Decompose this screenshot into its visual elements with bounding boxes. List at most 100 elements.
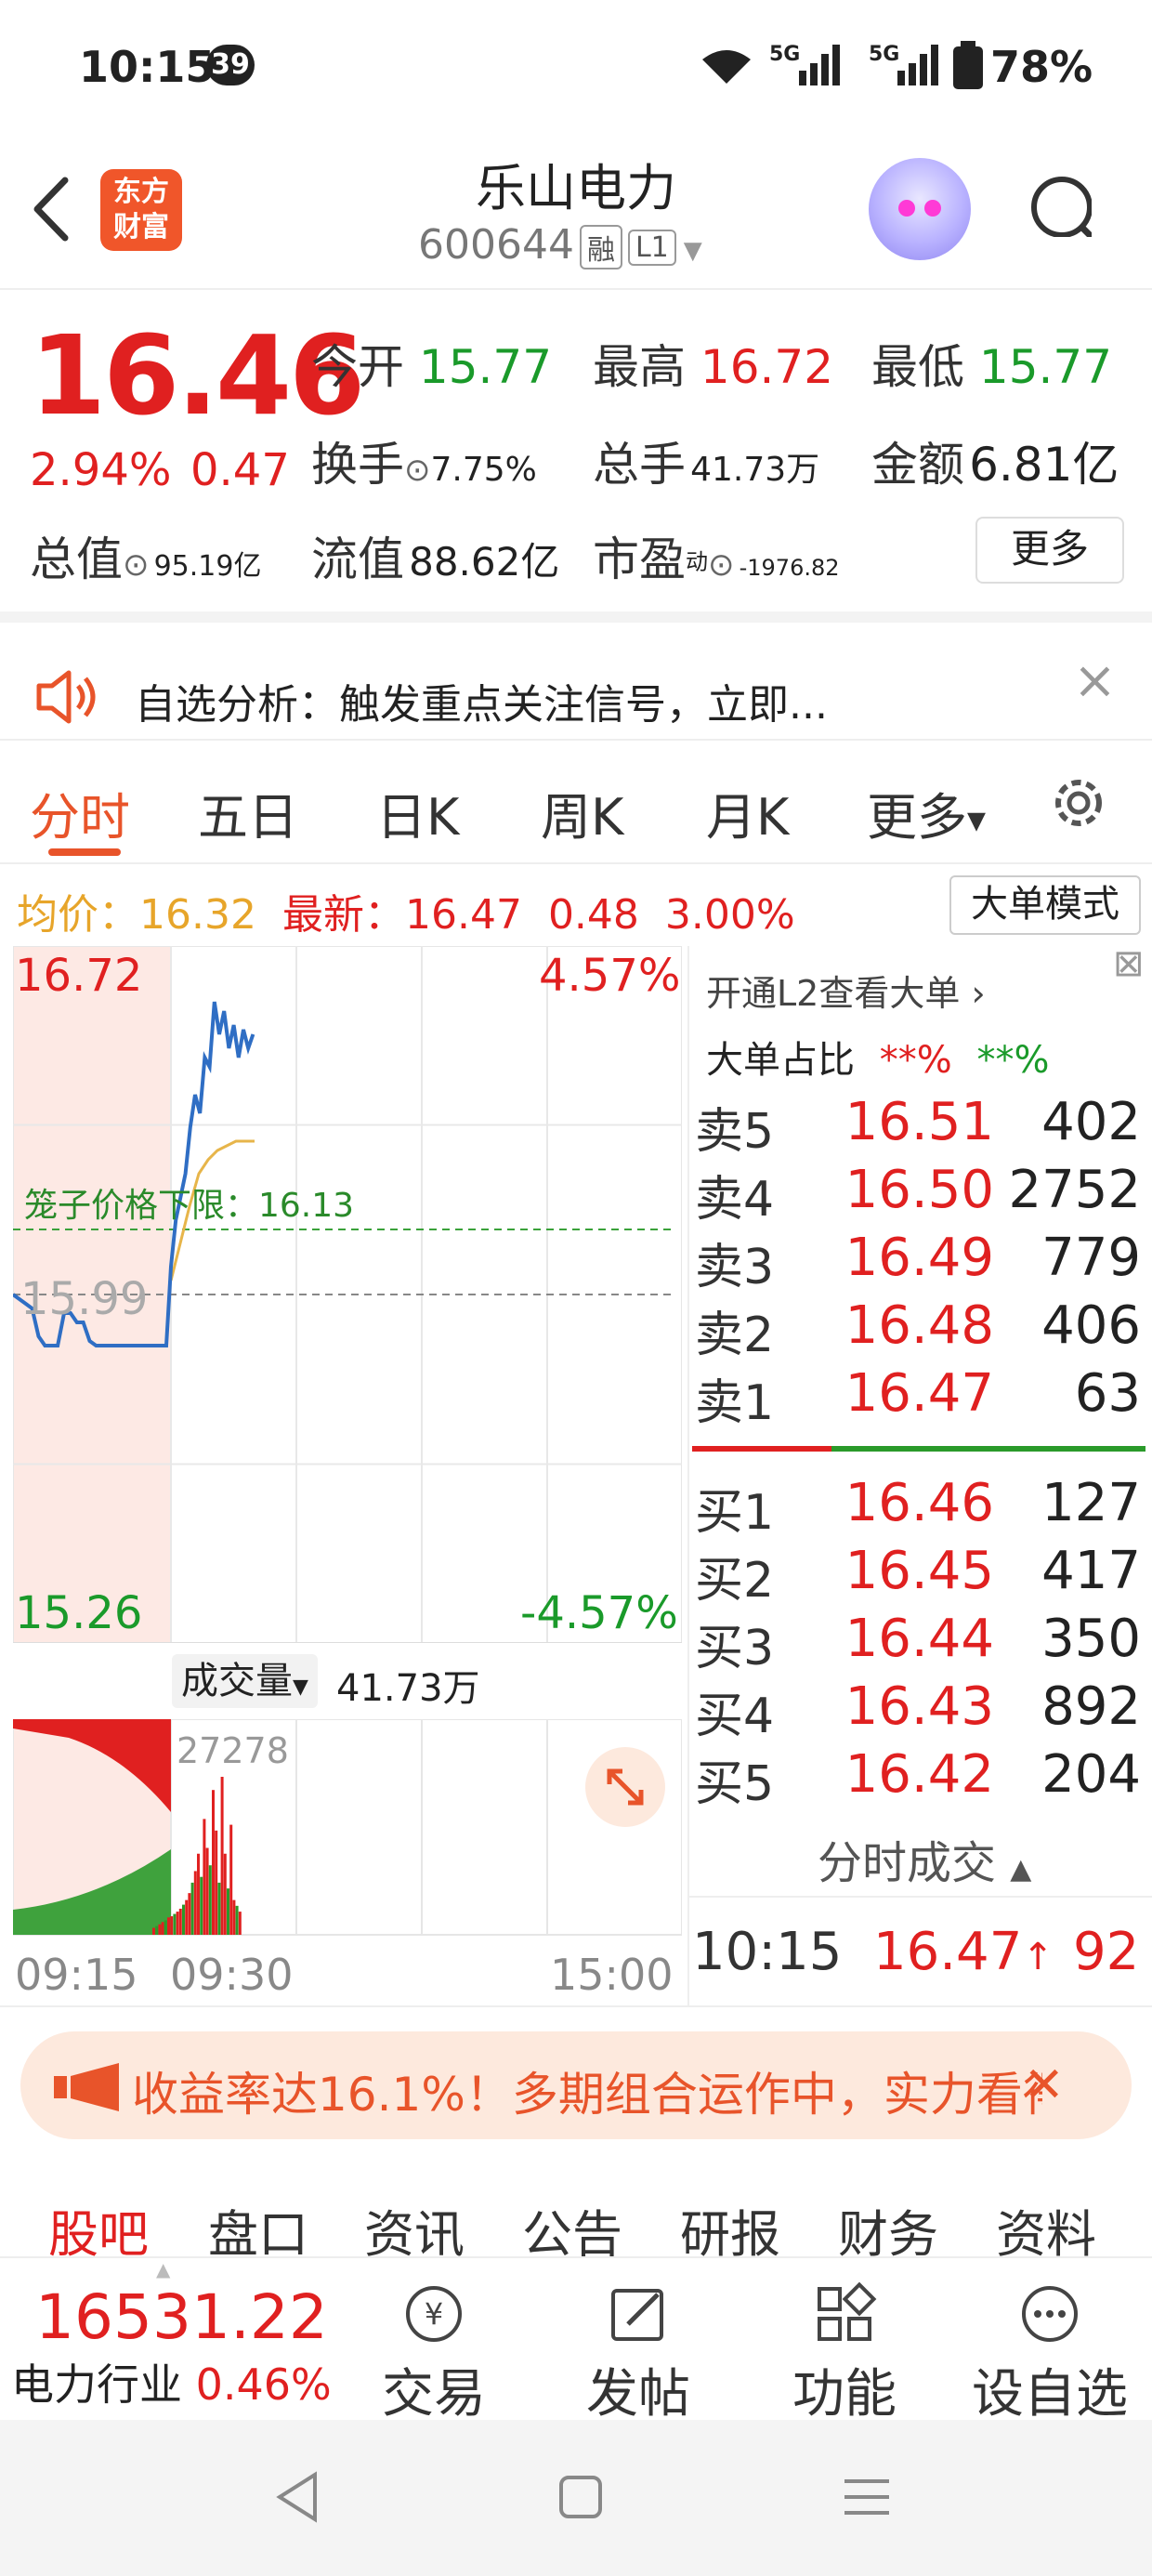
trade-button[interactable]: ¥ 交易: [364, 2281, 504, 2427]
settings-gear-icon[interactable]: [1045, 769, 1112, 836]
info-dot-icon: ⊙: [123, 546, 150, 584]
chart-pctmax-label: 4.57%: [539, 950, 681, 1002]
section-gap: [0, 611, 1152, 623]
volume-bar: [188, 1893, 191, 1935]
industry-index-value[interactable]: 16531.22: [35, 2281, 328, 2353]
post-button[interactable]: 发帖: [569, 2281, 708, 2427]
tab-daily-k[interactable]: 日K: [376, 776, 459, 849]
chart-pctmin-label: -4.57%: [520, 1587, 678, 1639]
volume-selector[interactable]: 成交量▼: [172, 1654, 318, 1708]
volume-bar: [203, 1819, 206, 1935]
volume-bar: [217, 1882, 221, 1935]
nav-back-icon[interactable]: [274, 2471, 321, 2523]
tab-five-day[interactable]: 五日: [198, 776, 298, 849]
notice-close-icon[interactable]: ×: [1073, 651, 1117, 711]
bid-volume: 350: [1041, 1609, 1141, 1669]
network-5g-label: 5G: [769, 43, 801, 66]
bid-volume: 892: [1041, 1676, 1141, 1737]
volume-bar: [238, 1912, 242, 1935]
bid-list: 买1 16.46 127 买2 16.45 417 买3 16.44 350 买4 16.43 892…: [687, 1473, 1152, 1817]
bid-row: 买4 16.43 892: [687, 1676, 1152, 1744]
signal-icon-2: [897, 45, 938, 85]
latest-change: 0.48: [547, 891, 639, 939]
bid-price: 16.46: [844, 1473, 994, 1533]
tab-more[interactable]: 更多▼: [867, 776, 986, 849]
speaker-icon: [36, 670, 96, 724]
l2-upgrade-link[interactable]: 开通L2查看大单 ›: [706, 965, 986, 1016]
l2-close-icon[interactable]: ⊠: [1113, 942, 1145, 985]
page-title: 乐山电力: [476, 159, 676, 217]
function-button[interactable]: 功能: [775, 2281, 914, 2427]
status-bar: 10:15 39 5G 5G 78%: [0, 0, 1152, 130]
volume-bar: [173, 1913, 177, 1935]
battery-icon: [953, 41, 983, 89]
volume-bar: [220, 1777, 224, 1935]
stock-code: 600644: [418, 221, 574, 269]
volume-bar: [158, 1924, 162, 1935]
volume-bar: [193, 1871, 197, 1935]
more-stats-button[interactable]: 更多: [975, 517, 1124, 584]
avg-label: 均价：: [17, 891, 139, 939]
bid-row: 买3 16.44 350: [687, 1609, 1152, 1676]
battery-percent: 78%: [990, 42, 1093, 92]
level-tag: L1: [627, 229, 676, 266]
ask-price: 16.47: [844, 1363, 994, 1424]
expand-chart-button[interactable]: [585, 1747, 665, 1827]
bid-price: 16.44: [844, 1609, 994, 1669]
nav-home-icon[interactable]: [557, 2474, 604, 2520]
cage-limit-label: 笼子价格下限：16.13: [24, 1187, 355, 1225]
ask-row: 卖1 16.47 63: [687, 1363, 1152, 1431]
header-divider: [0, 288, 1152, 290]
bid-volume: 417: [1041, 1541, 1141, 1601]
svg-text:¥: ¥: [425, 2296, 443, 2332]
signal-icon: [799, 45, 840, 85]
open-stat: 今开 15.77: [311, 340, 553, 394]
notice-text[interactable]: 自选分析：触发重点关注信号，立即...: [135, 671, 828, 730]
ask-volume: 402: [1041, 1092, 1141, 1152]
bid-label: 买1: [695, 1485, 775, 1541]
volume-total: 41.73万: [336, 1667, 480, 1710]
volume-bar: [170, 1916, 174, 1935]
price-info-row: 均价：16.32 最新：16.47 0.48 3.00%: [17, 881, 795, 940]
trade-yen-icon: ¥: [406, 2286, 462, 2342]
trade-volume: 92: [1073, 1922, 1140, 1982]
info-dot-icon: ⊙: [708, 546, 735, 584]
promo-close-icon[interactable]: ✕: [1024, 2057, 1065, 2113]
chart-section-divider: [0, 2005, 1152, 2007]
change-amount: 0.47: [190, 444, 290, 496]
notice-divider: [0, 739, 1152, 741]
wifi-icon: [702, 50, 751, 84]
chart-ymin-label: 15.26: [15, 1587, 143, 1639]
bid-row: 买2 16.45 417: [687, 1541, 1152, 1609]
megaphone-icon: [54, 2063, 119, 2111]
volume-bar: [155, 1925, 159, 1935]
expand-up-icon[interactable]: ▲: [156, 2258, 170, 2280]
promo-banner[interactable]: 收益率达16.1%！多期组合运作中，实力看得 ✕: [20, 2031, 1132, 2139]
nav-menu-icon[interactable]: [841, 2476, 893, 2518]
ask-price: 16.51: [844, 1092, 994, 1152]
latest-label: 最新：: [281, 891, 405, 939]
dropdown-arrow-icon[interactable]: ▼: [684, 237, 702, 265]
buy-sell-ratio-bar-buy: [831, 1446, 1145, 1452]
bid-price: 16.43: [844, 1676, 994, 1737]
x-label-0930: 09:30: [170, 1950, 294, 2000]
info-dot-icon: ⊙: [404, 452, 431, 489]
volume-bar: [227, 1888, 229, 1935]
tab-monthly-k[interactable]: 月K: [706, 776, 789, 849]
turnover-stat: 换手⊙7.75%: [311, 438, 537, 492]
robot-avatar-icon[interactable]: [869, 158, 971, 260]
trade-detail-toggle[interactable]: 分时成交 ▲: [818, 1826, 1031, 1891]
dropdown-arrow-icon: ▼: [293, 1676, 308, 1699]
bid-volume: 127: [1041, 1473, 1141, 1533]
tab-intraday[interactable]: 分时: [30, 776, 130, 849]
tab-weekly-k[interactable]: 周K: [541, 776, 623, 849]
volume-bar: [205, 1847, 209, 1935]
x-label-open: 09:15: [15, 1950, 138, 2000]
big-order-mode-button[interactable]: 大单模式: [949, 875, 1141, 935]
volume-bar: [223, 1853, 227, 1935]
volume-stat: 总手 41.73万: [593, 438, 820, 492]
search-icon[interactable]: [1027, 172, 1092, 237]
more-dots-icon: [1022, 2286, 1078, 2342]
industry-index-row[interactable]: 电力行业 0.46%: [11, 2351, 332, 2412]
add-watchlist-button[interactable]: 设自选: [966, 2281, 1133, 2427]
